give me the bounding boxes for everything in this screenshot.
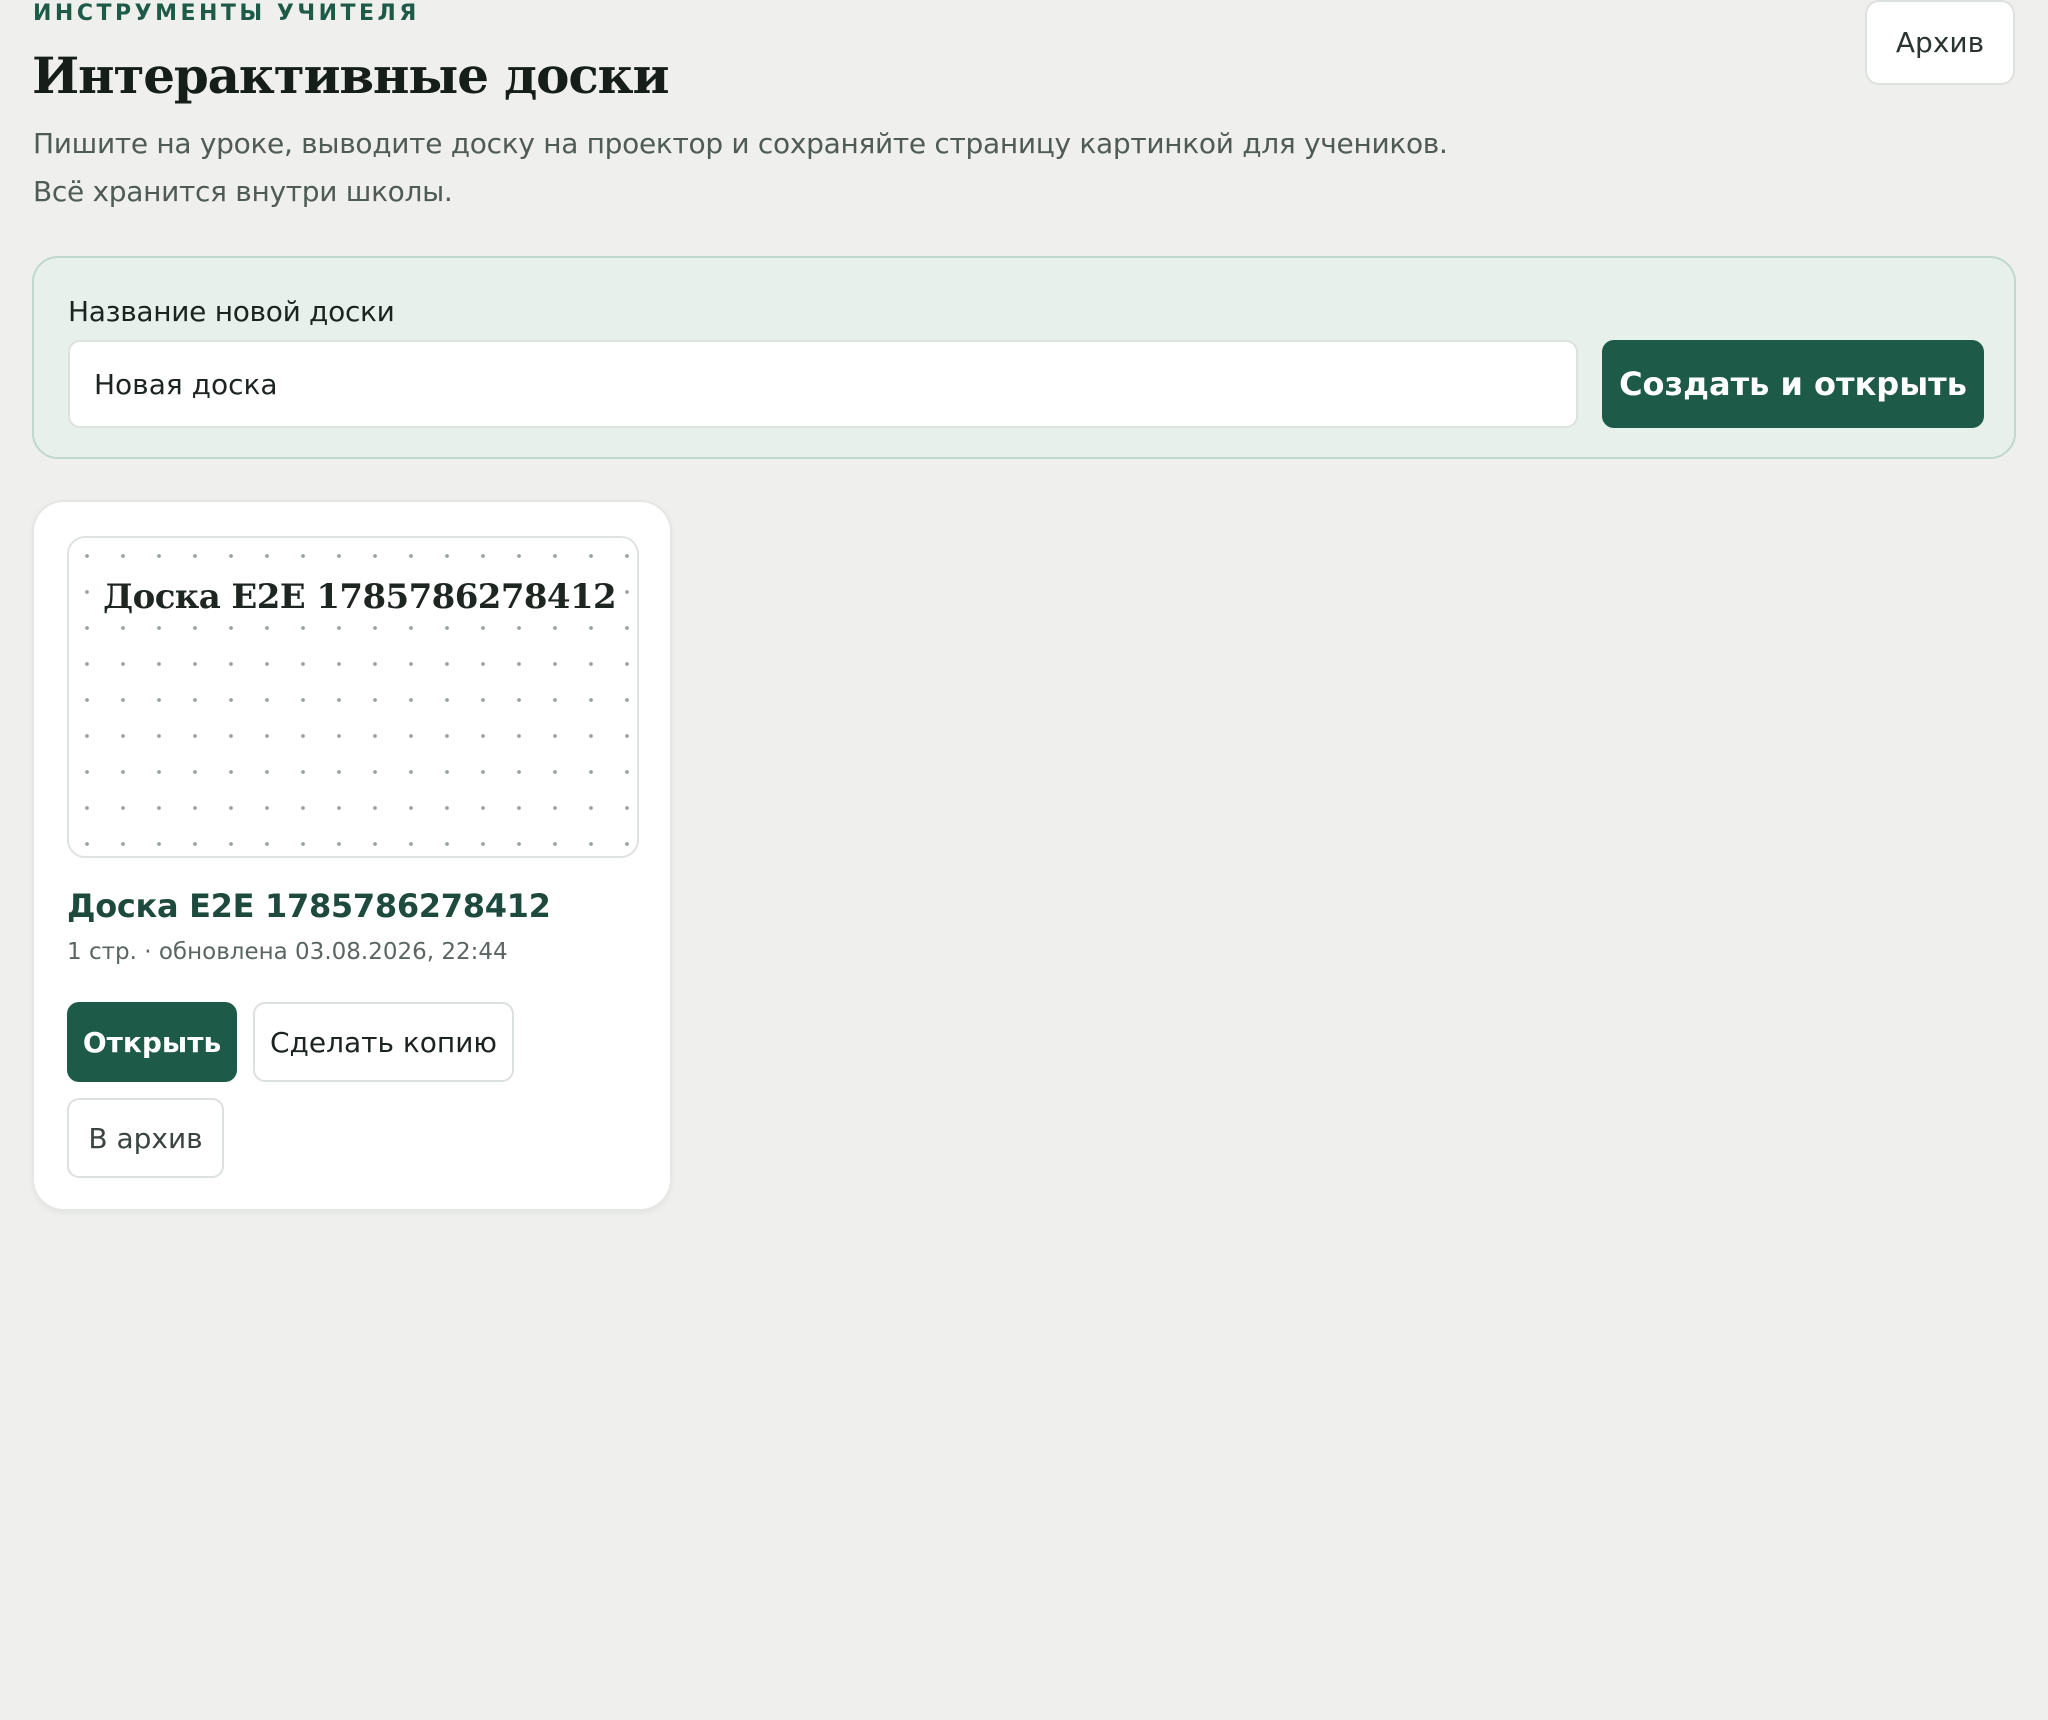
- page-description: Пишите на уроке, выводите доску на проек…: [33, 127, 1448, 160]
- page-description-note: Всё хранится внутри школы.: [33, 175, 453, 208]
- board-preview[interactable]: Доска E2E 1785786278412: [67, 536, 639, 858]
- page-title: Интерактивные доски: [32, 46, 670, 105]
- board-meta: 1 стр. · обновлена 03.08.2026, 22:44: [67, 939, 508, 965]
- create-and-open-button[interactable]: Создать и открыть: [1602, 340, 1984, 428]
- archive-button[interactable]: Архив: [1865, 0, 2015, 85]
- archive-board-button[interactable]: В архив: [67, 1098, 224, 1178]
- boards-page: ИНСТРУМЕНТЫ УЧИТЕЛЯ Интерактивные доски …: [0, 0, 2048, 1720]
- copy-board-button[interactable]: Сделать копию: [253, 1002, 514, 1082]
- new-board-name-input[interactable]: [68, 340, 1578, 428]
- board-card: Доска E2E 1785786278412 Доска E2E 178578…: [32, 500, 672, 1211]
- new-board-name-label: Название новой доски: [68, 295, 395, 328]
- board-preview-title: Доска E2E 1785786278412: [99, 574, 621, 620]
- board-title[interactable]: Доска E2E 1785786278412: [67, 884, 551, 928]
- section-eyebrow: ИНСТРУМЕНТЫ УЧИТЕЛЯ: [33, 1, 420, 26]
- create-board-panel: Название новой доски Создать и открыть: [32, 256, 2016, 459]
- open-board-button[interactable]: Открыть: [67, 1002, 237, 1082]
